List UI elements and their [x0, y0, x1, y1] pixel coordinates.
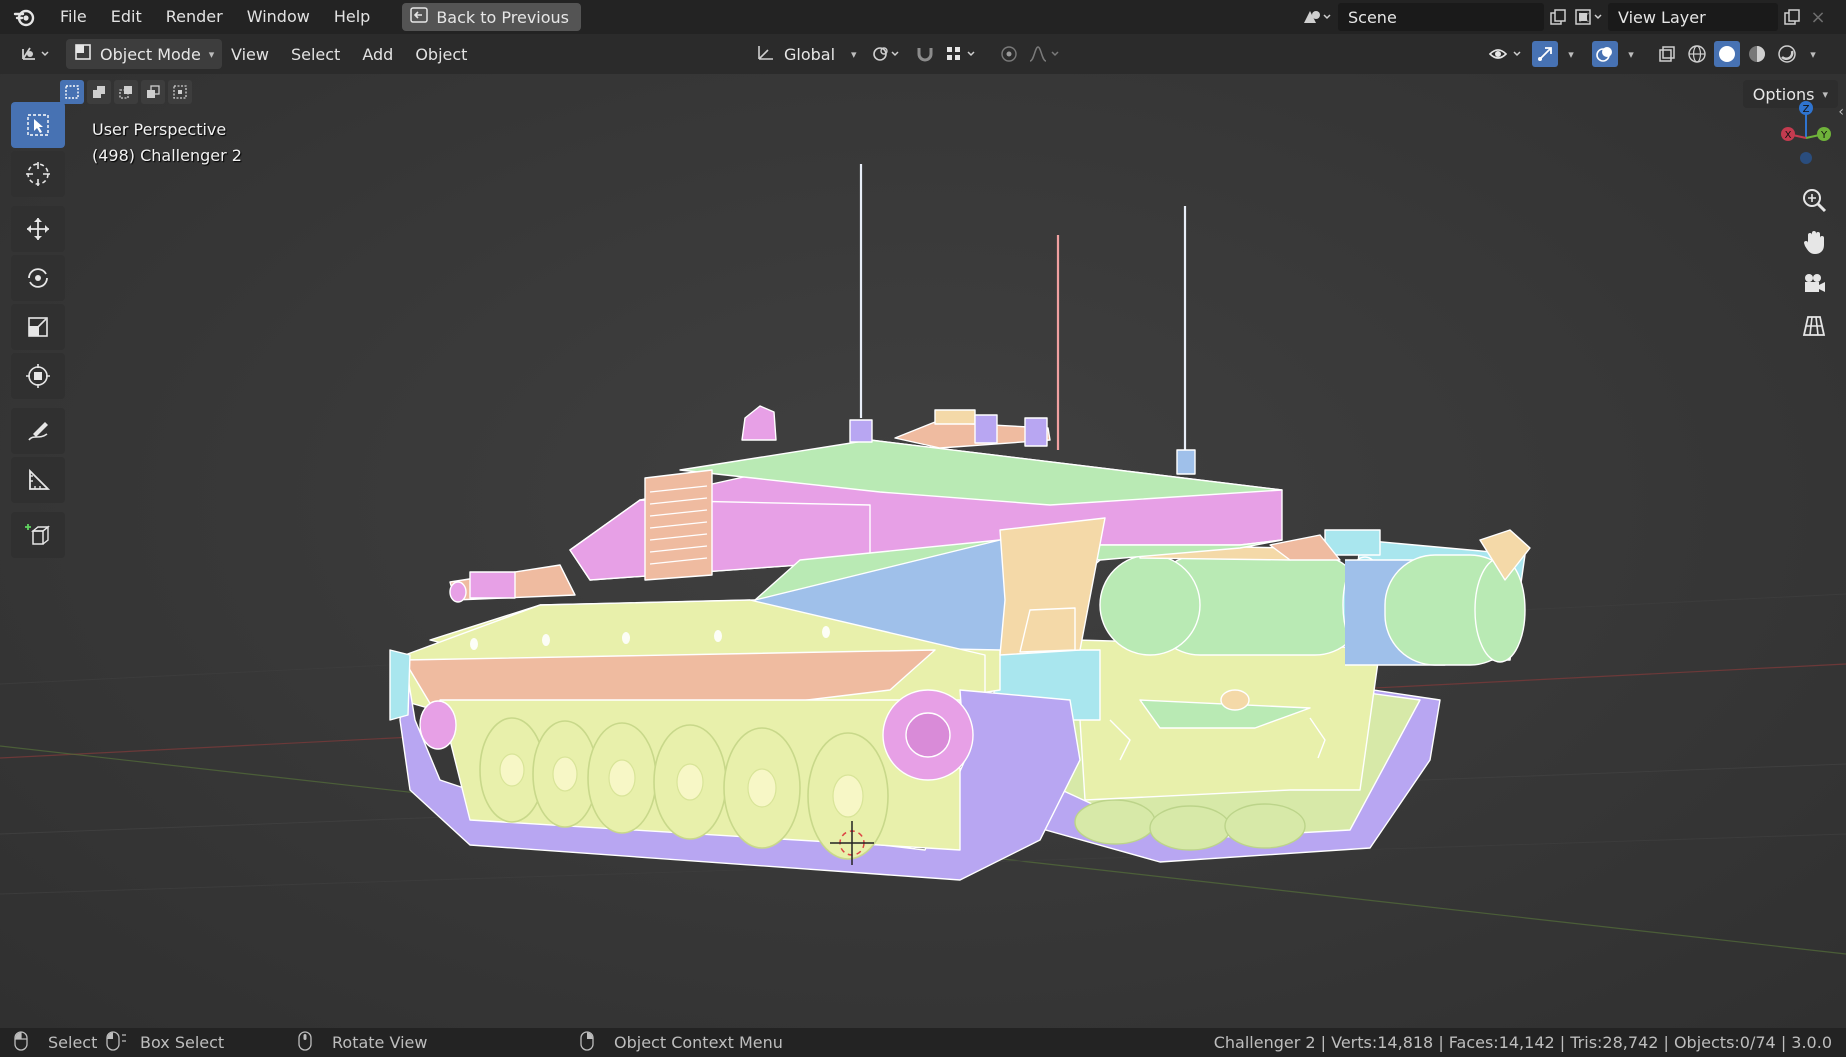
snap-magnet-icon[interactable]	[912, 41, 938, 67]
selection-mode-group	[60, 80, 192, 104]
close-view-layer-icon[interactable]: ×	[1806, 3, 1830, 31]
blender-logo-icon[interactable]	[0, 0, 48, 34]
overlays-toggle-icon[interactable]	[1592, 41, 1618, 67]
menu-edit[interactable]: Edit	[99, 0, 154, 34]
tool-shelf	[11, 102, 67, 561]
sidebar-toggle-icon[interactable]: ‹	[1838, 104, 1844, 120]
view-layer-icon[interactable]	[1570, 3, 1608, 31]
status-rotate-view: Rotate View	[298, 1030, 428, 1055]
chevron-down-icon: ▾	[851, 47, 857, 61]
back-arrow-icon	[410, 7, 429, 27]
scene-selector[interactable]: Scene ×	[1296, 3, 1596, 31]
back-to-previous-label: Back to Previous	[436, 7, 570, 27]
select-extend-icon[interactable]	[87, 80, 111, 104]
status-box-select-label: Box Select	[140, 1033, 225, 1052]
status-box-select: Box Select	[106, 1030, 225, 1055]
move-icon[interactable]	[11, 206, 65, 252]
visibility-eye-icon[interactable]	[1486, 41, 1528, 67]
object-mode-dropdown[interactable]: Object Mode ▾	[66, 39, 223, 69]
chevron-down-icon: ▾	[208, 47, 215, 61]
zoom-icon[interactable]	[1796, 182, 1832, 218]
transform-icon[interactable]	[11, 353, 65, 399]
cursor-icon[interactable]	[11, 151, 65, 197]
wireframe-shading-icon[interactable]	[1684, 41, 1710, 67]
transform-orientation-dropdown[interactable]: Global ▾	[748, 39, 865, 69]
menu-object[interactable]: Object	[404, 45, 478, 64]
object-info-label: (498) Challenger 2	[92, 146, 242, 165]
chevron-down-icon[interactable]: ▾	[1622, 41, 1640, 67]
editor-type-icon[interactable]	[18, 41, 54, 67]
camera-icon[interactable]	[1796, 266, 1832, 302]
annotate-icon[interactable]	[11, 408, 65, 454]
view-layer-selector[interactable]: View Layer ×	[1570, 3, 1830, 31]
scene-icon[interactable]	[1296, 3, 1338, 31]
status-context-menu: Object Context Menu	[580, 1030, 783, 1055]
menu-select[interactable]: Select	[280, 45, 351, 64]
menu-render[interactable]: Render	[154, 0, 235, 34]
menu-file[interactable]: File	[48, 0, 99, 34]
snap-increment-icon[interactable]	[942, 41, 982, 67]
mouse-middle-icon	[298, 1030, 312, 1055]
top-menu-bar: File Edit Render Window Help Back to Pre…	[0, 0, 1846, 34]
select-invert-icon[interactable]	[141, 80, 165, 104]
chevron-down-icon[interactable]: ▾	[1562, 41, 1580, 67]
pan-hand-icon[interactable]	[1796, 224, 1832, 260]
xray-toggle-icon[interactable]	[1654, 41, 1680, 67]
select-box-icon[interactable]	[11, 102, 65, 148]
scene-statistics: Challenger 2 | Verts:14,818 | Faces:14,1…	[1213, 1033, 1832, 1052]
status-rotate-view-label: Rotate View	[332, 1033, 428, 1052]
mouse-right-icon	[580, 1030, 594, 1055]
menu-add[interactable]: Add	[351, 45, 404, 64]
new-scene-icon[interactable]	[1544, 3, 1572, 31]
orientation-label: Global	[784, 44, 836, 64]
orientation-icon	[756, 42, 776, 66]
viewport-header: Object Mode ▾ View Select Add Object Glo…	[0, 34, 1846, 74]
select-new-icon[interactable]	[60, 80, 84, 104]
scene-name-field[interactable]: Scene	[1338, 3, 1544, 31]
scene-name: Scene	[1348, 7, 1397, 27]
chevron-down-icon[interactable]: ▾	[1804, 41, 1822, 67]
svg-text:Y: Y	[1820, 130, 1828, 141]
rendered-shading-icon[interactable]	[1774, 41, 1800, 67]
scale-icon[interactable]	[11, 304, 65, 350]
grid-ortho-icon[interactable]	[1796, 308, 1832, 344]
menu-help[interactable]: Help	[322, 0, 382, 34]
falloff-curve-icon[interactable]	[1026, 41, 1066, 67]
gizmo-toggle-icon[interactable]	[1532, 41, 1558, 67]
object-mode-label: Object Mode	[100, 44, 201, 64]
svg-text:X: X	[1785, 130, 1792, 141]
solid-shading-icon[interactable]	[1714, 41, 1740, 67]
mouse-left-icon	[14, 1030, 28, 1055]
pivot-point-icon[interactable]	[868, 41, 908, 67]
view-layer-name-field[interactable]: View Layer	[1608, 3, 1778, 31]
rotate-icon[interactable]	[11, 255, 65, 301]
new-view-layer-icon[interactable]	[1778, 3, 1806, 31]
material-preview-icon[interactable]	[1744, 41, 1770, 67]
tank-model[interactable]	[0, 74, 1846, 1028]
measure-icon[interactable]	[11, 457, 65, 503]
proportional-editing-icon[interactable]	[996, 41, 1022, 67]
navigation-gizmo: Z Y X	[1766, 98, 1846, 378]
3d-viewport[interactable]: Options ▾ User Perspective (498) Challen…	[0, 74, 1846, 1028]
back-to-previous-button[interactable]: Back to Previous	[402, 3, 582, 31]
mouse-drag-icon	[106, 1030, 128, 1055]
view-layer-name: View Layer	[1618, 7, 1706, 27]
view-name-label: User Perspective	[92, 120, 227, 139]
status-select-label: Select	[48, 1033, 98, 1052]
menu-view[interactable]: View	[220, 45, 280, 64]
status-select: Select	[14, 1030, 98, 1055]
menu-window[interactable]: Window	[235, 0, 322, 34]
object-mode-icon	[74, 43, 92, 65]
select-intersect-icon[interactable]	[168, 80, 192, 104]
select-subtract-icon[interactable]	[114, 80, 138, 104]
add-cube-icon[interactable]	[11, 512, 65, 558]
svg-text:Z: Z	[1803, 104, 1810, 115]
axis-gizmo[interactable]: Z Y X	[1766, 98, 1846, 178]
status-context-menu-label: Object Context Menu	[614, 1033, 783, 1052]
status-bar: Select Box Select Rotate View Object Con…	[0, 1028, 1846, 1057]
